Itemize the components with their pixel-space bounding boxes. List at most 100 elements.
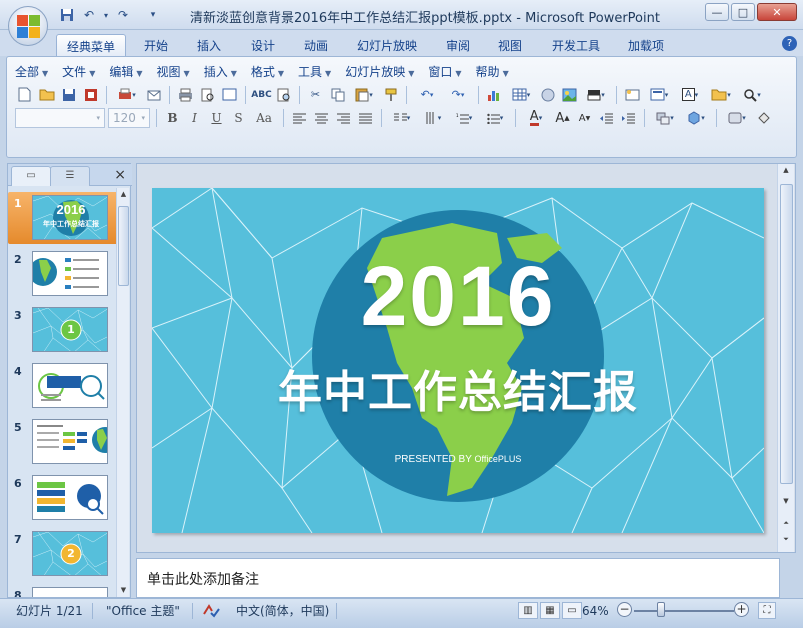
office-button[interactable] — [8, 6, 48, 46]
color-scheme-icon[interactable]: ▾ — [582, 85, 610, 104]
shrink-font-icon[interactable]: A ▼ — [575, 109, 594, 128]
paint-bucket-icon[interactable] — [754, 109, 773, 128]
print-dropdown-icon[interactable]: ▾ — [113, 85, 141, 104]
font-size-select[interactable]: 120 ▾ — [108, 108, 150, 128]
font-name-select[interactable]: ▾ — [15, 108, 105, 128]
menu-edit[interactable]: 编辑 ▼ — [109, 63, 142, 81]
change-case-button[interactable]: Aa — [251, 109, 277, 128]
slide-title[interactable]: 2016 — [152, 248, 764, 345]
menu-slideshow[interactable]: 幻灯片放映 ▼ — [345, 63, 414, 81]
grow-font-icon[interactable]: A ▲ — [553, 109, 572, 128]
align-left-icon[interactable] — [290, 109, 309, 128]
clipart-icon[interactable] — [538, 85, 557, 104]
scroll-down-icon[interactable]: ▼ — [778, 495, 794, 508]
tab-view[interactable]: 视图 — [488, 34, 532, 56]
quick-styles-icon[interactable]: ▾ — [682, 109, 710, 128]
slide-scrollbar[interactable]: ▲ ▼ ⏶ ⏷ — [777, 164, 794, 552]
thumbnail-slide-1[interactable]: 1 2016 年中工作总结汇报 — [8, 192, 118, 244]
email-icon[interactable] — [144, 85, 163, 104]
tab-design[interactable]: 设计 — [241, 34, 285, 56]
bold-button[interactable]: B — [163, 109, 182, 128]
next-slide-icon[interactable]: ⏷ — [778, 533, 794, 546]
align-center-icon[interactable] — [312, 109, 331, 128]
zoom-slider-handle[interactable] — [657, 602, 665, 617]
zoom-out-button[interactable]: − — [617, 602, 632, 617]
table-icon[interactable]: ▾ — [507, 85, 535, 104]
arrange-icon[interactable]: ▾ — [651, 109, 679, 128]
decrease-indent-icon[interactable] — [597, 109, 616, 128]
save-icon[interactable] — [58, 6, 76, 24]
scrollbar-thumb[interactable] — [118, 206, 129, 286]
menu-all[interactable]: 全部 ▼ — [15, 63, 48, 81]
maximize-button[interactable]: □ — [731, 3, 755, 21]
menu-insert[interactable]: 插入 ▼ — [204, 63, 237, 81]
new-slide-icon[interactable] — [623, 85, 642, 104]
thumbnail-slide-8[interactable]: 8 — [8, 584, 118, 597]
thumbnail-slide-7[interactable]: 7 2 — [8, 528, 118, 580]
slide-subtitle[interactable]: 年中工作总结汇报 — [152, 356, 764, 420]
menu-file[interactable]: 文件 ▼ — [62, 63, 95, 81]
zoom-level[interactable]: 64% — [582, 602, 609, 620]
copy-icon[interactable] — [328, 85, 347, 104]
menu-window[interactable]: 窗口 ▼ — [428, 63, 461, 81]
thumbnail-slide-3[interactable]: 3 1 — [8, 304, 118, 356]
zoom-slider[interactable] — [634, 610, 734, 612]
zoom-in-button[interactable]: + — [734, 602, 749, 617]
normal-view-button[interactable]: ▥ — [518, 602, 538, 619]
increase-indent-icon[interactable] — [619, 109, 638, 128]
text-direction-icon[interactable]: ▾ — [419, 109, 447, 128]
open-folder-icon[interactable] — [37, 85, 56, 104]
cut-icon[interactable]: ✂ — [306, 85, 325, 104]
picture-icon[interactable] — [560, 85, 579, 104]
bullets-icon[interactable]: ▾ — [481, 109, 509, 128]
tab-home[interactable]: 开始 — [134, 34, 178, 56]
columns-icon[interactable]: ▾ — [388, 109, 416, 128]
new-file-icon[interactable] — [15, 85, 34, 104]
scroll-down-icon[interactable]: ▼ — [117, 584, 130, 597]
spell-check-icon[interactable] — [202, 602, 220, 620]
customize-icon[interactable]: ▾ — [144, 6, 162, 24]
close-icon[interactable]: × — [114, 167, 126, 183]
minimize-button[interactable]: — — [705, 3, 729, 21]
undo-icon[interactable]: ↶ — [80, 6, 98, 24]
tab-addins[interactable]: 加载项 — [618, 34, 674, 56]
slide-presented-by[interactable]: PRESENTED BY OfficePLUS — [152, 454, 764, 465]
spelling-icon[interactable]: ABC — [251, 85, 271, 104]
text-box-icon[interactable]: A ▾ — [676, 85, 704, 104]
justify-icon[interactable] — [356, 109, 375, 128]
paste-icon[interactable]: ▾ — [350, 85, 378, 104]
tab-insert[interactable]: 插入 — [187, 34, 231, 56]
layout-icon[interactable]: ▾ — [645, 85, 673, 104]
slide-sorter-button[interactable]: ▦ — [540, 602, 560, 619]
tab-review[interactable]: 审阅 — [436, 34, 480, 56]
undo-icon[interactable]: ↶ ▾ — [413, 85, 441, 104]
permission-icon[interactable] — [81, 85, 100, 104]
redo-icon[interactable]: ↷ — [114, 6, 132, 24]
tab-animation[interactable]: 动画 — [294, 34, 338, 56]
menu-format[interactable]: 格式 ▼ — [251, 63, 284, 81]
underline-button[interactable]: U — [207, 109, 226, 128]
previous-slide-icon[interactable]: ⏶ — [778, 517, 794, 530]
notes-pane[interactable]: 单击此处添加备注 — [136, 558, 780, 598]
save-icon[interactable] — [59, 85, 78, 104]
menu-view[interactable]: 视图 ▼ — [157, 63, 190, 81]
outline-tab[interactable]: ☰ — [50, 166, 90, 186]
language-indicator[interactable]: 中文(简体，中国) — [236, 602, 329, 620]
research-icon[interactable] — [274, 85, 293, 104]
menu-help[interactable]: 帮助 ▼ — [476, 63, 509, 81]
menu-tools[interactable]: 工具 ▼ — [298, 63, 331, 81]
tab-slideshow[interactable]: 幻灯片放映 — [347, 34, 427, 56]
thumbnail-slide-2[interactable]: 2 — [8, 248, 118, 300]
numbering-icon[interactable]: 1 ▾ — [450, 109, 478, 128]
format-painter-icon[interactable] — [381, 85, 400, 104]
print-icon[interactable] — [176, 85, 195, 104]
align-right-icon[interactable] — [334, 109, 353, 128]
font-color-icon[interactable]: A ▾ — [522, 109, 550, 128]
thumbnail-slide-6[interactable]: 6 — [8, 472, 118, 524]
scroll-up-icon[interactable]: ▲ — [117, 188, 130, 201]
scrollbar-thumb[interactable] — [780, 184, 793, 484]
chart-icon[interactable] — [485, 85, 504, 104]
slideshow-button[interactable]: ▭ — [562, 602, 582, 619]
tab-classic-menu[interactable]: 经典菜单 — [56, 34, 127, 56]
close-button[interactable]: ✕ — [757, 3, 797, 21]
